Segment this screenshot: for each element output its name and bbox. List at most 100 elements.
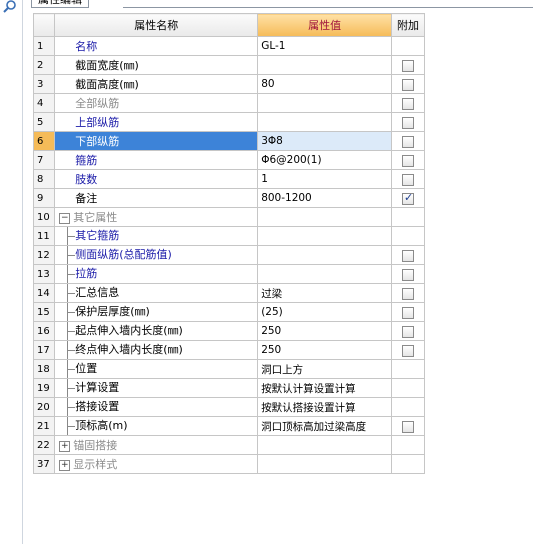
add-checkbox[interactable] [402,154,415,167]
property-value-cell[interactable]: 1 [257,169,393,189]
property-value-cell[interactable]: Φ6@200(1) [257,150,393,170]
property-name-cell[interactable]: 侧面纵筋(总配筋值) [54,245,259,265]
row-number[interactable]: 2 [32,55,56,75]
add-cell[interactable] [391,74,425,94]
property-value-cell[interactable] [257,245,393,265]
table-row[interactable]: 17 终点伸入墙内长度(㎜) 250 [32,340,425,360]
add-checkbox[interactable] [402,344,415,357]
row-number[interactable]: 19 [32,378,56,398]
property-name-cell[interactable]: 汇总信息 [54,283,259,303]
row-number[interactable]: 22 [32,435,56,455]
property-value-cell[interactable]: (25) [257,302,393,322]
column-header-add[interactable]: 附加 [391,13,425,37]
add-checkbox[interactable] [402,97,415,110]
row-number[interactable]: 16 [32,321,56,341]
property-name-cell[interactable]: 起点伸入墙内长度(㎜) [54,321,259,341]
property-name-cell[interactable]: 截面高度(㎜) [54,74,259,94]
add-cell[interactable] [391,131,425,151]
property-name-cell[interactable]: 备注 [54,188,259,208]
add-checkbox[interactable] [402,306,415,319]
row-number[interactable]: 5 [32,112,56,132]
add-cell[interactable] [391,93,425,113]
property-value-cell[interactable]: 3Φ8 [257,131,393,151]
add-checkbox[interactable] [402,249,415,262]
property-name-cell[interactable]: + 显示样式 [54,454,259,474]
row-number[interactable]: 1 [32,36,56,56]
property-value-cell[interactable]: 250 [257,321,393,341]
property-value-cell[interactable] [257,207,393,227]
property-name-cell[interactable]: − 其它属性 [54,207,259,227]
property-value-cell[interactable] [257,55,393,75]
property-value-cell[interactable]: 按默认搭接设置计算 [257,397,393,417]
row-number[interactable]: 9 [32,188,56,208]
property-value-cell[interactable] [257,93,393,113]
row-number[interactable]: 10 [32,207,56,227]
column-header-value[interactable]: 属性值 [257,13,393,37]
add-cell[interactable] [391,55,425,75]
table-row[interactable]: 8 肢数 1 [32,169,425,189]
add-cell[interactable] [391,150,425,170]
column-header-name[interactable]: 属性名称 [54,13,259,37]
add-cell[interactable] [391,321,425,341]
table-row[interactable]: 16 起点伸入墙内长度(㎜) 250 [32,321,425,341]
table-row[interactable]: 21 顶标高(m) 洞口顶标高加过梁高度 [32,416,425,436]
property-name-cell[interactable]: 名称 [54,36,259,56]
property-name-cell[interactable]: 搭接设置 [54,397,259,417]
table-row[interactable]: 1 名称 GL-1 [32,36,425,56]
property-name-cell[interactable]: 箍筋 [54,150,259,170]
table-row[interactable]: 4 全部纵筋 [32,93,425,113]
table-row[interactable]: 9 备注 800-1200 [32,188,425,208]
add-checkbox[interactable] [402,325,415,338]
property-value-cell[interactable]: 洞口上方 [257,359,393,379]
row-number[interactable]: 11 [32,226,56,246]
row-number[interactable]: 21 [32,416,56,436]
expand-icon[interactable]: + [59,440,71,452]
table-row[interactable]: 18 位置 洞口上方 [32,359,425,379]
property-name-cell[interactable]: 截面宽度(㎜) [54,55,259,75]
row-number[interactable]: 6 [32,131,56,151]
table-row[interactable]: 7 箍筋 Φ6@200(1) [32,150,425,170]
property-value-cell[interactable]: 洞口顶标高加过梁高度 [257,416,393,436]
property-value-cell[interactable] [257,264,393,284]
property-name-cell[interactable]: 位置 [54,359,259,379]
property-value-cell[interactable] [257,454,393,474]
add-checkbox[interactable] [402,78,415,91]
add-cell[interactable] [391,112,425,132]
table-row[interactable]: 5 上部纵筋 [32,112,425,132]
add-cell[interactable] [391,188,425,208]
row-number[interactable]: 7 [32,150,56,170]
table-row[interactable]: 19 计算设置 按默认计算设置计算 [32,378,425,398]
add-checkbox[interactable] [402,420,415,433]
property-value-cell[interactable]: 250 [257,340,393,360]
property-value-cell[interactable]: 按默认计算设置计算 [257,378,393,398]
collapse-icon[interactable]: − [59,212,71,224]
add-checkbox[interactable] [402,135,415,148]
property-name-cell[interactable]: 顶标高(m) [54,416,259,436]
add-cell[interactable] [391,169,425,189]
table-row[interactable]: 3 截面高度(㎜) 80 [32,74,425,94]
add-checkbox[interactable] [402,116,415,129]
property-value-cell[interactable] [257,226,393,246]
row-number[interactable]: 12 [32,245,56,265]
row-number[interactable]: 13 [32,264,56,284]
row-number[interactable]: 20 [32,397,56,417]
property-value-cell[interactable]: 800-1200 [257,188,393,208]
row-number[interactable]: 4 [32,93,56,113]
property-value-cell[interactable] [257,435,393,455]
row-number[interactable]: 15 [32,302,56,322]
add-cell[interactable] [391,340,425,360]
add-checkbox[interactable] [402,287,415,300]
add-cell[interactable] [391,283,425,303]
property-value-cell[interactable]: GL-1 [257,36,393,56]
row-number[interactable]: 14 [32,283,56,303]
property-value-cell[interactable] [257,112,393,132]
tab-property-editor[interactable]: 属性编辑 [31,0,89,8]
property-name-cell[interactable]: 上部纵筋 [54,112,259,132]
add-cell[interactable] [391,245,425,265]
table-row[interactable]: 37 + 显示样式 [32,454,425,474]
table-row[interactable]: 14 汇总信息 过梁 [32,283,425,303]
row-number[interactable]: 8 [32,169,56,189]
row-number[interactable]: 17 [32,340,56,360]
property-name-cell[interactable]: + 锚固搭接 [54,435,259,455]
property-name-cell[interactable]: 终点伸入墙内长度(㎜) [54,340,259,360]
